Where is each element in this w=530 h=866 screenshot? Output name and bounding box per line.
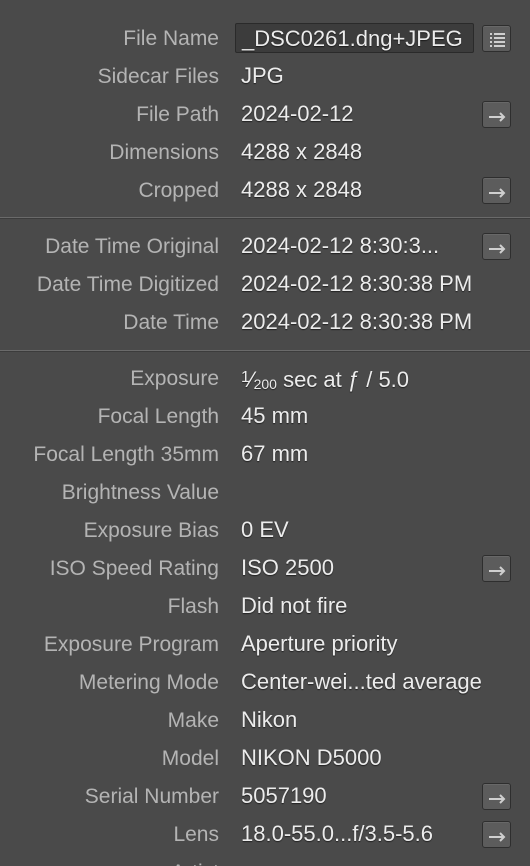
serial-number-value: 5057190 <box>241 783 327 808</box>
arrow-right-icon <box>489 566 506 576</box>
focal-length-value: 45 mm <box>241 403 309 428</box>
row-file-path: File Path 2024-02-12 <box>0 96 530 134</box>
row-focal-length-35mm: Focal Length 35mm 67 mm <box>0 436 530 474</box>
row-make: Make Nikon <box>0 702 530 740</box>
row-date-time-digitized: Date Time Digitized 2024-02-12 8:30:38 P… <box>0 266 530 304</box>
list-icon <box>490 33 505 47</box>
row-cropped: Cropped 4288 x 2848 <box>0 172 530 210</box>
metadata-panel: File Name _DSC0261.dng+JPEG Sidecar File… <box>0 0 530 866</box>
exposure-program-value: Aperture priority <box>241 631 398 656</box>
arrow-right-icon <box>489 794 506 804</box>
cropped-value: 4288 x 2848 <box>241 177 363 202</box>
file-path-value: 2024-02-12 <box>241 101 354 126</box>
dimensions-value: 4288 x 2848 <box>241 139 363 164</box>
cropped-goto-button[interactable] <box>482 177 511 204</box>
row-serial-number: Serial Number 5057190 <box>0 778 530 816</box>
exposure-rest: sec at ƒ / 5.0 <box>276 367 410 392</box>
file-name-list-button[interactable] <box>482 25 511 52</box>
exposure-program-label: Exposure Program <box>43 633 219 656</box>
make-label: Make <box>167 709 219 732</box>
dimensions-label: Dimensions <box>109 141 219 164</box>
row-exposure: Exposure 1⁄200 sec at ƒ / 5.0 <box>0 360 530 398</box>
exposure-bias-value: 0 EV <box>241 517 289 542</box>
lens-goto-button[interactable] <box>482 821 511 848</box>
metering-mode-label: Metering Mode <box>78 671 219 694</box>
row-iso-speed-rating: ISO Speed Rating ISO 2500 <box>0 550 530 588</box>
focal-length-35mm-value: 67 mm <box>241 441 309 466</box>
row-date-time-original: Date Time Original 2024-02-12 8:30:3... <box>0 228 530 266</box>
row-model: Model NIKON D5000 <box>0 740 530 778</box>
serial-number-label: Serial Number <box>84 785 219 808</box>
row-sidecar-files: Sidecar Files JPG <box>0 58 530 96</box>
file-name-label: File Name <box>123 27 219 50</box>
date-time-original-value: 2024-02-12 8:30:3... <box>241 233 440 258</box>
arrow-right-icon <box>489 832 506 842</box>
row-dimensions: Dimensions 4288 x 2848 <box>0 134 530 172</box>
row-brightness-value: Brightness Value <box>0 474 530 512</box>
exposure-value: 1⁄200 sec at ƒ / 5.0 <box>241 367 410 392</box>
date-time-digitized-value: 2024-02-12 8:30:38 PM <box>241 271 473 296</box>
exposure-denominator: 200 <box>253 376 277 392</box>
cropped-label: Cropped <box>138 179 219 202</box>
row-metering-mode: Metering Mode Center-wei...ted average <box>0 664 530 702</box>
section-divider <box>0 350 530 352</box>
section-divider <box>0 217 530 219</box>
iso-goto-button[interactable] <box>482 555 511 582</box>
iso-speed-rating-label: ISO Speed Rating <box>49 557 219 580</box>
date-time-value: 2024-02-12 8:30:38 PM <box>241 309 473 334</box>
row-lens: Lens 18.0-55.0...f/3.5-5.6 <box>0 816 530 854</box>
next-row-label: Artist <box>171 858 219 866</box>
flash-value: Did not fire <box>241 593 348 618</box>
serial-goto-button[interactable] <box>482 783 511 810</box>
arrow-right-icon <box>489 188 506 198</box>
focal-length-35mm-label: Focal Length 35mm <box>33 443 219 466</box>
lens-value: 18.0-55.0...f/3.5-5.6 <box>241 821 434 846</box>
date-time-digitized-label: Date Time Digitized <box>36 273 219 296</box>
exposure-label: Exposure <box>130 367 219 390</box>
flash-label: Flash <box>167 595 219 618</box>
arrow-right-icon <box>489 112 506 122</box>
lens-label: Lens <box>173 823 219 846</box>
row-flash: Flash Did not fire <box>0 588 530 626</box>
date-time-label: Date Time <box>123 311 219 334</box>
focal-length-label: Focal Length <box>97 405 219 428</box>
metering-mode-value: Center-wei...ted average <box>241 669 482 694</box>
row-date-time: Date Time 2024-02-12 8:30:38 PM <box>0 304 530 342</box>
sidecar-files-label: Sidecar Files <box>97 65 219 88</box>
row-exposure-program: Exposure Program Aperture priority <box>0 626 530 664</box>
date-time-original-goto-button[interactable] <box>482 233 511 260</box>
brightness-value-label: Brightness Value <box>61 481 219 504</box>
model-value: NIKON D5000 <box>241 745 382 770</box>
row-focal-length: Focal Length 45 mm <box>0 398 530 436</box>
date-time-original-label: Date Time Original <box>45 235 219 258</box>
exposure-bias-label: Exposure Bias <box>83 519 219 542</box>
exposure-numerator: 1 <box>241 369 250 386</box>
row-next: Artist <box>0 858 530 866</box>
file-path-goto-button[interactable] <box>482 101 511 128</box>
sidecar-files-value: JPG <box>241 63 284 88</box>
row-next-partial: Artist <box>0 858 530 866</box>
row-exposure-bias: Exposure Bias 0 EV <box>0 512 530 550</box>
iso-speed-rating-value: ISO 2500 <box>241 555 334 580</box>
arrow-right-icon <box>489 244 506 254</box>
row-file-name: File Name _DSC0261.dng+JPEG <box>0 20 530 58</box>
file-name-field[interactable]: _DSC0261.dng+JPEG <box>235 23 474 53</box>
file-path-label: File Path <box>136 103 219 126</box>
make-value: Nikon <box>241 707 298 732</box>
model-label: Model <box>161 747 219 770</box>
